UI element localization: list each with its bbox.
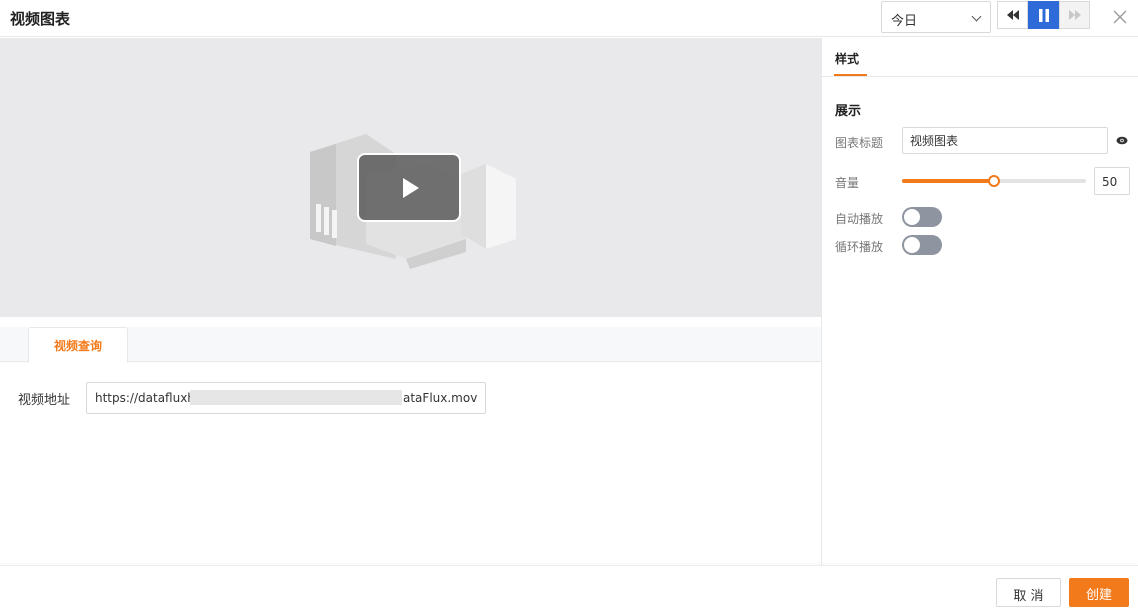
- play-button[interactable]: [357, 153, 461, 222]
- cancel-button[interactable]: 取 消: [996, 578, 1061, 607]
- time-range-value: 今日: [891, 14, 918, 29]
- volume-input[interactable]: 50: [1094, 167, 1130, 195]
- video-url-prefix: https://datafluxh: [95, 391, 195, 405]
- modal-header: 视频图表 今日: [0, 0, 1138, 37]
- tab-style[interactable]: 样式: [835, 50, 859, 67]
- video-player[interactable]: [0, 38, 821, 317]
- chart-title-input[interactable]: [902, 127, 1108, 154]
- pause-button[interactable]: [1028, 1, 1059, 29]
- query-tabs: 视频查询: [0, 327, 821, 363]
- main-area: 视频查询 视频地址 https://datafluxh ataFlux.mov: [0, 38, 821, 565]
- autoplay-label: 自动播放: [835, 212, 884, 226]
- settings-panel: 样式 展示 图表标题 音量 50 自动播放 循环播放: [821, 38, 1138, 565]
- page-title: 视频图表: [10, 10, 71, 28]
- pause-icon: [1039, 9, 1049, 22]
- fast-forward-button[interactable]: [1059, 1, 1090, 29]
- time-range-select[interactable]: 今日: [881, 1, 991, 33]
- chart-title-label: 图表标题: [835, 136, 884, 150]
- volume-slider-fill: [902, 179, 994, 183]
- panel-divider: [822, 76, 1138, 77]
- modal-footer: 取 消 创建: [0, 565, 1138, 613]
- volume-label: 音量: [835, 176, 860, 190]
- close-icon[interactable]: [1113, 10, 1127, 24]
- tab-video-query[interactable]: 视频查询: [28, 327, 128, 363]
- loop-toggle[interactable]: [902, 235, 942, 255]
- rewind-icon: [1007, 10, 1019, 20]
- rewind-button[interactable]: [997, 1, 1028, 29]
- autoplay-toggle[interactable]: [902, 207, 942, 227]
- create-button[interactable]: 创建: [1069, 578, 1129, 607]
- eye-icon[interactable]: [1116, 136, 1128, 145]
- redacted-url-mask: [190, 390, 402, 405]
- toggle-knob: [904, 209, 920, 225]
- section-title-display: 展示: [835, 104, 862, 119]
- volume-slider[interactable]: [902, 175, 1086, 187]
- video-url-suffix: ataFlux.mov: [403, 391, 478, 405]
- toggle-knob: [904, 237, 920, 253]
- volume-slider-handle[interactable]: [988, 175, 1000, 187]
- chevron-down-icon: [971, 11, 982, 22]
- loop-label: 循环播放: [835, 240, 884, 254]
- play-icon: [403, 178, 419, 198]
- fast-forward-icon: [1069, 10, 1081, 20]
- video-url-label: 视频地址: [18, 393, 71, 408]
